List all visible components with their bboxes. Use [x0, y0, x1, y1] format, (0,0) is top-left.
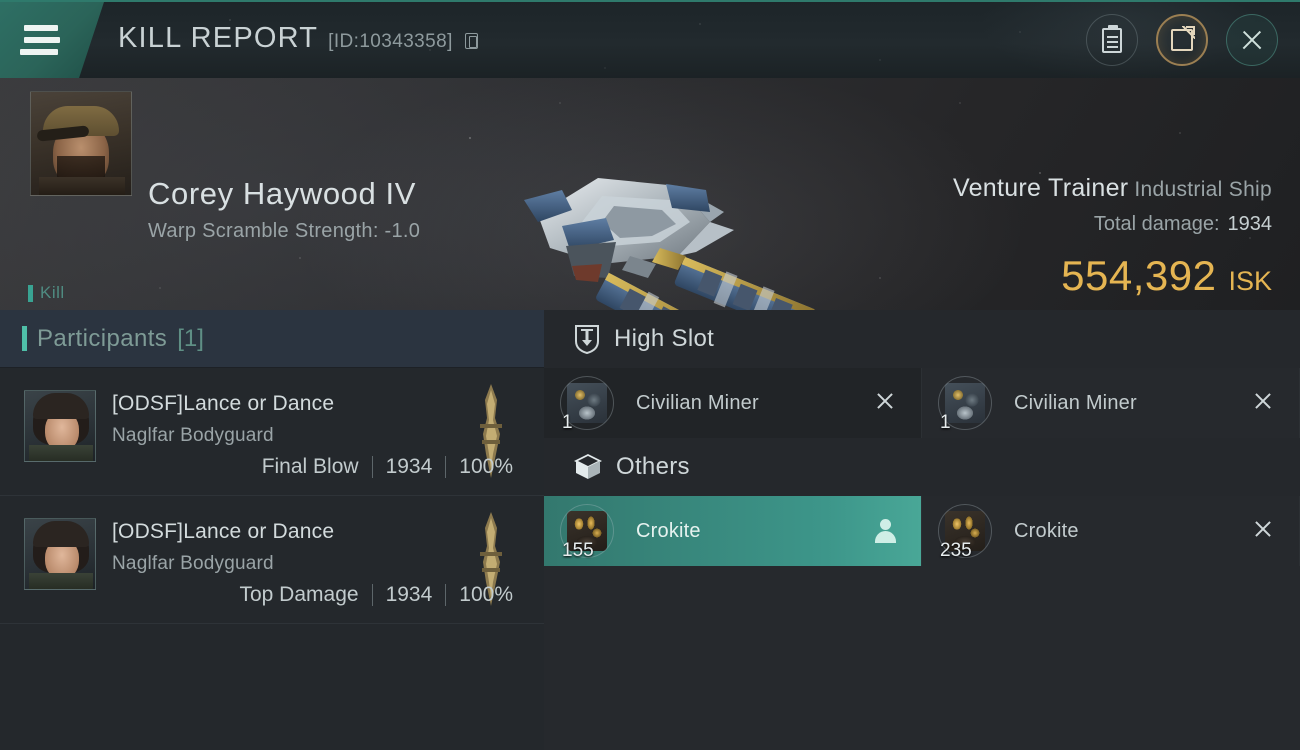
participant-stats: Final Blow 1934 100% [249, 455, 526, 479]
item-name: Civilian Miner [636, 391, 759, 414]
participant-avatar[interactable] [24, 390, 96, 462]
report-id: [ID:10343358] [328, 31, 453, 52]
total-damage-row: Total damage: 1934 [953, 213, 1272, 236]
item-name: Civilian Miner [1014, 391, 1137, 414]
victim-name: Corey Haywood IV [148, 176, 417, 211]
participant-row[interactable]: [ODSF]Lance or Dance Naglfar Bodyguard F… [0, 368, 544, 496]
fitting-slot-item[interactable]: 235 Crokite [922, 496, 1300, 566]
item-quantity: 235 [940, 540, 972, 561]
participant-corp: Naglfar Bodyguard [112, 425, 274, 446]
item-icon: 1 [560, 376, 614, 433]
victim-avatar[interactable] [30, 91, 132, 196]
participant-percent: 100% [459, 455, 513, 478]
item-state-icon [875, 391, 897, 415]
item-quantity: 155 [562, 540, 594, 561]
item-icon: 155 [560, 504, 614, 561]
isk-value-row: 554,392 ISK [953, 252, 1272, 300]
fitting-panel: High Slot 1 Civilian Miner 1 Civilian Mi… [544, 310, 1300, 750]
item-icon: 1 [938, 376, 992, 433]
ship-name-row: Venture Trainer Industrial Ship [953, 174, 1272, 203]
item-name: Crokite [1014, 519, 1079, 542]
section-header-high-slot: High Slot [544, 310, 1300, 368]
clipboard-icon [1102, 24, 1122, 53]
copy-icon[interactable] [464, 33, 478, 49]
ship-class: Industrial Ship [1134, 178, 1272, 201]
participant-damage: 1934 [385, 583, 433, 606]
victim-ship-summary: Venture Trainer Industrial Ship Total dam… [953, 174, 1272, 300]
total-damage-value: 1934 [1227, 213, 1273, 235]
participant-role: Top Damage [239, 583, 359, 606]
kill-summary-header: Corey Haywood IV Warp Scramble Strength:… [0, 78, 1300, 310]
titlebar-actions [1086, 14, 1278, 66]
status-badge-label: Kill [40, 283, 65, 302]
participant-avatar[interactable] [24, 518, 96, 590]
section-title: Others [616, 453, 690, 480]
item-state-icon [1253, 519, 1275, 543]
item-icon: 235 [938, 504, 992, 561]
fitting-slot-item[interactable]: 155 Crokite [544, 496, 922, 566]
ship-render [510, 160, 830, 310]
participant-name: [ODSF]Lance or Dance [112, 392, 335, 415]
section-title: High Slot [614, 325, 715, 352]
warp-scramble-strength: Warp Scramble Strength: -1.0 [148, 220, 421, 242]
participants-panel: Participants [1] [ODSF]Lance or Dance Na… [0, 310, 544, 750]
report-icon[interactable] [1086, 14, 1138, 66]
title-block: KILL REPORT [ID:10343358] [118, 22, 478, 55]
participant-row[interactable]: [ODSF]Lance or Dance Naglfar Bodyguard T… [0, 496, 544, 624]
item-state-icon [875, 519, 897, 543]
participant-role: Final Blow [261, 455, 359, 478]
hamburger-menu-icon [20, 25, 60, 55]
participants-title: Participants [37, 324, 168, 352]
isk-value: 554,392 [1061, 252, 1217, 299]
high-slot-shield-icon [574, 324, 600, 355]
section-header-others: Others [544, 438, 1300, 496]
participant-damage: 1934 [385, 455, 433, 478]
share-icon[interactable] [1156, 14, 1208, 66]
participant-name: [ODSF]Lance or Dance [112, 520, 335, 543]
item-quantity: 1 [940, 412, 951, 433]
page-title: KILL REPORT [118, 22, 319, 54]
participants-header: Participants [1] [0, 310, 544, 368]
participants-count: [1] [177, 324, 204, 352]
fitting-slot-item[interactable]: 1 Civilian Miner [922, 368, 1300, 438]
total-damage-label: Total damage: [1093, 213, 1220, 235]
item-state-icon [1253, 391, 1275, 415]
item-name: Crokite [636, 519, 701, 542]
kill-report-window: KILL REPORT [ID:10343358] Corey Haywood … [0, 0, 1300, 750]
status-badge: Kill [28, 283, 65, 303]
title-bar: KILL REPORT [ID:10343358] [0, 0, 1300, 78]
item-quantity: 1 [562, 412, 573, 433]
close-x-icon [1240, 28, 1264, 52]
participant-stats: Top Damage 1934 100% [226, 583, 526, 607]
participant-percent: 100% [459, 583, 513, 606]
close-icon[interactable] [1226, 14, 1278, 66]
external-link-icon [1171, 26, 1195, 51]
high-slot-items: 1 Civilian Miner 1 Civilian Miner [544, 368, 1300, 438]
ship-name: Venture Trainer [952, 174, 1129, 202]
isk-currency: ISK [1228, 266, 1272, 296]
others-items: 155 Crokite 235 Crokite [544, 496, 1300, 566]
fitting-slot-item[interactable]: 1 Civilian Miner [544, 368, 922, 438]
status-accent-bar [28, 284, 33, 302]
participant-corp: Naglfar Bodyguard [112, 553, 274, 574]
cargo-cube-icon [573, 453, 603, 481]
participants-accent-bar [22, 326, 27, 351]
